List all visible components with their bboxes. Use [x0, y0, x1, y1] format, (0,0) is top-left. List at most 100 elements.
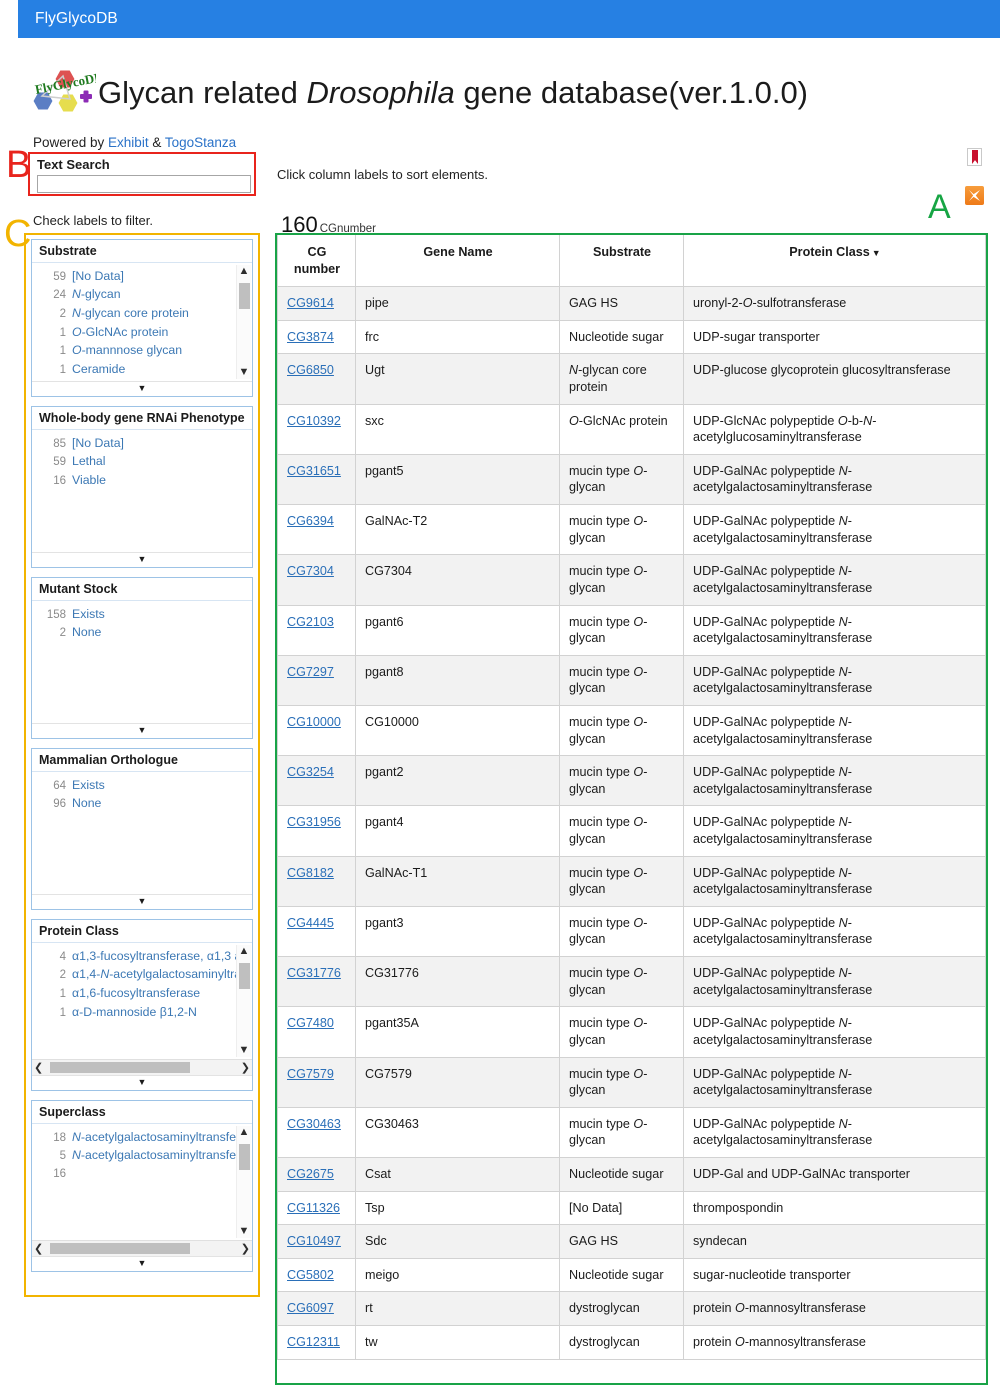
scroll-thumb[interactable] — [50, 1243, 190, 1254]
togostanza-link[interactable]: TogoStanza — [165, 135, 236, 150]
scroll-left-icon[interactable]: ❮ — [34, 1242, 43, 1255]
cg-number-link[interactable]: CG3254 — [287, 765, 334, 779]
facet-item[interactable]: 4α1,3-fucosyltransferase, α1,3 and 1,4-f… — [32, 947, 252, 966]
facet-item-label[interactable]: N-acetylgalactosaminyltransfera N-acetyl… — [72, 1148, 248, 1164]
facet-item[interactable]: 18 N-acetylgalactosaminyltransfera — [32, 1128, 252, 1147]
scroll-thumb[interactable] — [239, 963, 250, 989]
facet-item[interactable]: 59[No Data] — [32, 267, 252, 286]
facet-expand-toggle[interactable]: ▼ — [32, 552, 252, 567]
facet-item[interactable]: 1O-mannnose glycan — [32, 342, 252, 361]
scroll-down-icon[interactable]: ▼ — [239, 1226, 250, 1237]
cg-number-link[interactable]: CG6394 — [287, 514, 334, 528]
scroll-up-icon[interactable]: ▲ — [239, 266, 250, 277]
facet-item[interactable]: 96None — [32, 795, 252, 814]
cg-number-link[interactable]: CG31651 — [287, 464, 341, 478]
scroll-right-icon[interactable]: ❯ — [241, 1242, 250, 1255]
scroll-left-icon[interactable]: ❮ — [34, 1061, 43, 1074]
scroll-thumb[interactable] — [239, 283, 250, 309]
cg-number-link[interactable]: CG30463 — [287, 1117, 341, 1131]
facet-item-label[interactable]: O-GlcNAc protein — [72, 325, 168, 341]
facet-item[interactable]: 5N-acetylgalactosaminyltransfera N-acety… — [32, 1147, 252, 1166]
cg-number-link[interactable]: CG7304 — [287, 564, 334, 578]
facet-item[interactable]: 1α-D-mannoside β1,2-N — [32, 1003, 252, 1022]
facet-item-label[interactable]: N-glycan — [72, 287, 121, 303]
cg-number-link[interactable]: CG7297 — [287, 665, 334, 679]
scroll-right-icon[interactable]: ❯ — [241, 1061, 250, 1074]
facet-expand-toggle[interactable]: ▼ — [32, 1256, 252, 1271]
facet-item[interactable]: 64Exists — [32, 776, 252, 795]
scroll-up-icon[interactable]: ▲ — [239, 946, 250, 957]
facet-item-label[interactable]: Exists — [72, 607, 105, 623]
cg-number-link[interactable]: CG10392 — [287, 414, 341, 428]
facet-item[interactable]: 16Viable — [32, 471, 252, 490]
facet-vertical-scrollbar[interactable]: ▲▼ — [236, 265, 251, 379]
facet-item-label[interactable]: N-acetylgalactosaminyltransfera — [72, 1130, 247, 1146]
cell-gene-name: pgant35A — [356, 1007, 560, 1057]
facet-item[interactable]: 1α1,6-fucosyltransferase — [32, 984, 252, 1003]
facet-item-label[interactable]: Viable — [72, 473, 106, 489]
facet-vertical-scrollbar[interactable]: ▲▼ — [236, 945, 251, 1057]
share-icon[interactable] — [965, 186, 984, 205]
scroll-up-icon[interactable]: ▲ — [239, 1127, 250, 1138]
cg-number-link[interactable]: CG2103 — [287, 615, 334, 629]
facet-item-label[interactable]: [No Data] — [72, 269, 124, 285]
facet-item-label[interactable]: None — [72, 625, 101, 641]
column-header-protein-class[interactable]: Protein Class▼ — [684, 235, 986, 287]
column-header-gene-name[interactable]: Gene Name — [356, 235, 560, 287]
bookmark-icon[interactable] — [967, 148, 982, 166]
cg-number-link[interactable]: CG4445 — [287, 916, 334, 930]
scroll-down-icon[interactable]: ▼ — [239, 367, 250, 378]
facet-item[interactable]: 2N-glycan core protein — [32, 304, 252, 323]
facet-item-label[interactable]: α1,3-fucosyltransferase, α1,3 and 1,4-fu… — [72, 949, 248, 965]
facet-item[interactable]: 16 — [32, 1165, 252, 1183]
column-header-substrate[interactable]: Substrate — [560, 235, 684, 287]
facet-item[interactable]: 2None — [32, 624, 252, 643]
exhibit-link[interactable]: Exhibit — [108, 135, 149, 150]
facet-item-label[interactable]: N-glycan core protein — [72, 306, 189, 322]
facet-item[interactable]: 1Ceramide — [32, 361, 252, 380]
facet-item[interactable]: 59Lethal — [32, 453, 252, 472]
cg-number-link[interactable]: CG12311 — [287, 1335, 340, 1349]
facet-expand-toggle[interactable]: ▼ — [32, 723, 252, 738]
facet-expand-toggle[interactable]: ▼ — [32, 1075, 252, 1090]
column-header-cg-number[interactable]: CG number — [278, 235, 356, 287]
facet-item-label[interactable]: Exists — [72, 778, 105, 794]
facet-item-label[interactable]: α1,6-fucosyltransferase — [72, 986, 200, 1002]
facet-item[interactable]: 1O-GlcNAc protein — [32, 323, 252, 342]
scroll-thumb[interactable] — [50, 1062, 190, 1073]
facet-expand-toggle[interactable]: ▼ — [32, 894, 252, 909]
facet-horizontal-scrollbar[interactable]: ❮❯ — [32, 1059, 252, 1075]
cg-number-link[interactable]: CG7579 — [287, 1067, 334, 1081]
cg-number-link[interactable]: CG2675 — [287, 1167, 334, 1181]
search-input[interactable] — [37, 175, 251, 193]
facet-item-count: 18 — [32, 1131, 66, 1146]
facet-item-label[interactable]: α-D-mannoside β1,2-N — [72, 1005, 197, 1021]
cg-number-link[interactable]: CG10000 — [287, 715, 341, 729]
facet-item-label[interactable]: α1,4-N-acetylgalactosaminyltransferase — [72, 967, 248, 983]
cg-number-link[interactable]: CG3874 — [287, 330, 334, 344]
cg-number-link[interactable]: CG5802 — [287, 1268, 334, 1282]
facet-item[interactable]: 24N-glycan — [32, 286, 252, 305]
cg-number-link[interactable]: CG31776 — [287, 966, 341, 980]
facet-expand-toggle[interactable]: ▼ — [32, 381, 252, 396]
scroll-down-icon[interactable]: ▼ — [239, 1045, 250, 1056]
facet-item[interactable]: 2α1,4-N-acetylgalactosaminyltransferase — [32, 966, 252, 985]
cg-number-link[interactable]: CG8182 — [287, 866, 334, 880]
facet-item-label[interactable]: [No Data] — [72, 436, 124, 452]
facet-item-label[interactable]: O-mannnose glycan — [72, 343, 182, 359]
cg-number-link[interactable]: CG31956 — [287, 815, 341, 829]
facet-horizontal-scrollbar[interactable]: ❮❯ — [32, 1240, 252, 1256]
facet-item[interactable]: 85[No Data] — [32, 434, 252, 453]
scroll-thumb[interactable] — [239, 1144, 250, 1170]
cg-number-link[interactable]: CG9614 — [287, 296, 334, 310]
facet-item-label[interactable]: Lethal — [72, 454, 106, 470]
facet-item-label[interactable]: Ceramide — [72, 362, 125, 378]
facet-item-label[interactable]: None — [72, 796, 101, 812]
facet-vertical-scrollbar[interactable]: ▲▼ — [236, 1126, 251, 1238]
cg-number-link[interactable]: CG10497 — [287, 1234, 341, 1248]
cg-number-link[interactable]: CG7480 — [287, 1016, 334, 1030]
cg-number-link[interactable]: CG11326 — [287, 1201, 340, 1215]
cg-number-link[interactable]: CG6850 — [287, 363, 334, 377]
cg-number-link[interactable]: CG6097 — [287, 1301, 334, 1315]
facet-item[interactable]: 158Exists — [32, 605, 252, 624]
